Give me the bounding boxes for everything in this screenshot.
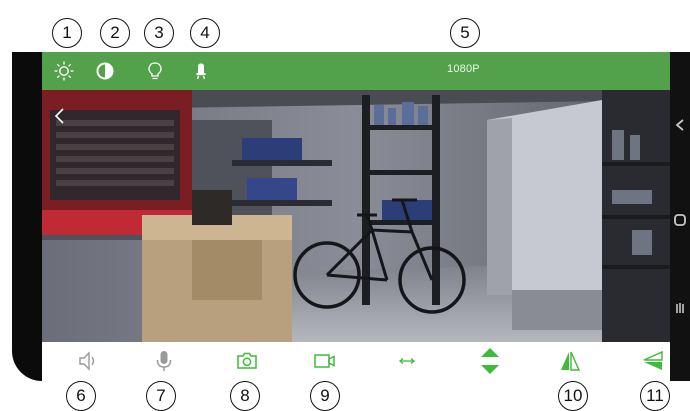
video-record-icon[interactable] [312,348,338,374]
light-bulb-icon[interactable] [144,60,166,82]
phone-screen: 1080P [12,52,690,381]
horizontal-pan-icon[interactable] [394,348,420,374]
callout-3: 3 [144,18,174,48]
nav-recents-icon[interactable] [672,300,688,316]
flip-horizontal-icon[interactable] [640,348,666,374]
system-nav-bar [670,52,690,381]
callout-10: 10 [558,381,588,411]
vertical-tilt-icon[interactable] [477,346,503,376]
camera-live-view[interactable] [42,90,670,342]
resolution-label[interactable]: 1080P [447,63,480,75]
camera-icon[interactable] [234,348,260,374]
callout-2: 2 [100,18,130,48]
flip-vertical-icon[interactable] [557,348,583,374]
alarm-icon[interactable] [190,60,212,82]
callout-5: 5 [450,18,480,48]
nav-home-icon[interactable] [672,212,688,228]
microphone-icon[interactable] [151,348,177,374]
speaker-icon[interactable] [75,348,101,374]
callout-6: 6 [66,381,96,411]
callout-7: 7 [146,381,176,411]
callout-4: 4 [190,18,220,48]
callout-9: 9 [310,381,340,411]
top-control-bar: 1080P [42,52,670,90]
callout-11: 11 [640,381,670,411]
bottom-control-bar [42,342,670,381]
nav-back-icon[interactable] [672,117,688,133]
callout-1: 1 [52,18,82,48]
back-icon[interactable] [50,106,70,126]
callout-8: 8 [230,381,260,411]
contrast-icon[interactable] [94,60,116,82]
brightness-icon[interactable] [53,60,75,82]
